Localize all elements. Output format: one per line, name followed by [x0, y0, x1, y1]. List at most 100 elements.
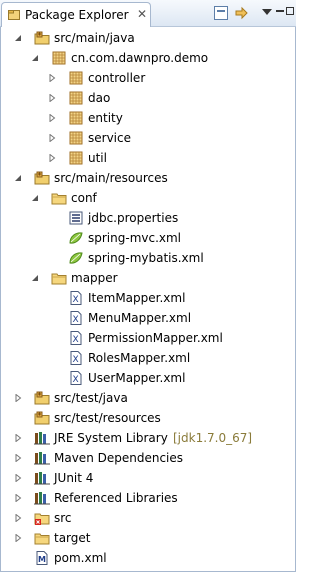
expanded-arrow-icon[interactable] — [14, 34, 22, 42]
tree-item-label: src/test/resources — [54, 411, 161, 425]
collapsed-arrow-icon[interactable] — [48, 114, 56, 122]
expanded-arrow-icon[interactable] — [31, 54, 39, 62]
collapsed-arrow-icon[interactable] — [14, 514, 22, 522]
tree-item-label: service — [88, 131, 131, 145]
tree-item-label: pom.xml — [54, 551, 107, 565]
tree-item[interactable]: spring-mvc.xml — [0, 228, 296, 248]
tree-item[interactable]: JUnit 4 — [0, 468, 296, 488]
tree-item[interactable]: util — [0, 148, 296, 168]
library-icon — [34, 451, 50, 465]
tree-item[interactable]: M pom.xml — [0, 548, 296, 568]
tree-item-label: JUnit 4 — [54, 471, 94, 485]
tree-item[interactable]: target — [0, 528, 296, 548]
collapsed-arrow-icon[interactable] — [48, 74, 56, 82]
tree-item[interactable]: mapper — [0, 268, 296, 288]
tree-item-label: cn.com.dawnpro.demo — [71, 51, 209, 65]
close-icon[interactable]: ✕ — [137, 7, 147, 21]
package-icon — [68, 91, 84, 105]
library-icon — [34, 491, 50, 505]
collapsed-arrow-icon[interactable] — [48, 94, 56, 102]
tree-item[interactable]: src — [0, 508, 296, 528]
tree-item[interactable]: controller — [0, 68, 296, 88]
link-with-editor-icon[interactable] — [234, 5, 250, 21]
tree-item[interactable]: entity — [0, 108, 296, 128]
tree-item[interactable]: dao — [0, 88, 296, 108]
tree-item[interactable]: src/main/java — [0, 28, 296, 48]
xml-file-icon: X — [68, 291, 84, 305]
tree-item-label: RolesMapper.xml — [88, 351, 191, 365]
source-folder-icon — [34, 411, 50, 425]
tree-item[interactable]: X UserMapper.xml — [0, 368, 296, 388]
tree-item[interactable]: service — [0, 128, 296, 148]
tree-item-decoration: [jdk1.7.0_67] — [173, 431, 253, 445]
view-menu-icon[interactable] — [262, 9, 272, 17]
tree-item-label: MenuMapper.xml — [88, 311, 192, 325]
library-icon — [34, 471, 50, 485]
properties-file-icon — [68, 211, 84, 225]
expanded-arrow-icon[interactable] — [14, 174, 22, 182]
svg-text:X: X — [73, 355, 79, 365]
collapse-all-icon[interactable] — [214, 6, 228, 20]
tree-item[interactable]: src/test/java — [0, 388, 296, 408]
tree-item-label: spring-mybatis.xml — [88, 251, 204, 265]
tree-item-label: Referenced Libraries — [54, 491, 178, 505]
spring-leaf-icon — [68, 231, 84, 245]
tab-title: Package Explorer — [25, 8, 129, 22]
collapsed-arrow-icon[interactable] — [48, 154, 56, 162]
xml-file-icon: X — [68, 331, 84, 345]
tree-item[interactable]: X MenuMapper.xml — [0, 308, 296, 328]
collapsed-arrow-icon[interactable] — [14, 394, 22, 402]
tree-item-label: UserMapper.xml — [88, 371, 186, 385]
package-explorer-icon — [8, 10, 20, 20]
collapsed-arrow-icon[interactable] — [14, 434, 22, 442]
tree-item[interactable]: Maven Dependencies — [0, 448, 296, 468]
tree-item-label: conf — [71, 191, 97, 205]
collapsed-arrow-icon[interactable] — [14, 474, 22, 482]
maximize-icon[interactable] — [286, 7, 294, 15]
svg-text:X: X — [73, 375, 79, 385]
collapsed-arrow-icon[interactable] — [48, 134, 56, 142]
tree-item[interactable]: src/test/resources — [0, 408, 296, 428]
tree-item-label: src/main/resources — [54, 171, 168, 185]
expanded-arrow-icon[interactable] — [31, 274, 39, 282]
folder-icon — [51, 271, 67, 285]
tree-item-label: controller — [88, 71, 146, 85]
folder-icon — [34, 531, 50, 545]
tree-item[interactable]: X RolesMapper.xml — [0, 348, 296, 368]
tree-item-label: src/test/java — [54, 391, 128, 405]
package-icon — [51, 51, 67, 65]
tree-item-label: spring-mvc.xml — [88, 231, 182, 245]
tree-item-label: target — [54, 531, 91, 545]
tree-item[interactable]: jdbc.properties — [0, 208, 296, 228]
tree-item[interactable]: Referenced Libraries — [0, 488, 296, 508]
tree-item-label: entity — [88, 111, 123, 125]
tree-item[interactable]: src/main/resources — [0, 168, 296, 188]
minimize-icon[interactable] — [276, 10, 284, 12]
tab-package-explorer[interactable]: Package Explorer ✕ — [1, 2, 151, 27]
view-header: Package Explorer ✕ — [0, 0, 296, 27]
tree-item[interactable]: spring-mybatis.xml — [0, 248, 296, 268]
collapsed-arrow-icon[interactable] — [14, 454, 22, 462]
tree-item[interactable]: cn.com.dawnpro.demo — [0, 48, 296, 68]
tree-item[interactable]: X ItemMapper.xml — [0, 288, 296, 308]
tree-item-label: dao — [88, 91, 111, 105]
tree-item-label: src — [54, 511, 72, 525]
tree-item-label: ItemMapper.xml — [88, 291, 186, 305]
svg-text:X: X — [73, 315, 79, 325]
collapsed-arrow-icon[interactable] — [14, 534, 22, 542]
tree-item[interactable]: JRE System Library [jdk1.7.0_67] — [0, 428, 296, 448]
expanded-arrow-icon[interactable] — [31, 194, 39, 202]
tree-item-label: jdbc.properties — [88, 211, 179, 225]
tree-item[interactable]: conf — [0, 188, 296, 208]
tree-item-label: PermissionMapper.xml — [88, 331, 223, 345]
package-icon — [68, 151, 84, 165]
tree-item[interactable]: X PermissionMapper.xml — [0, 328, 296, 348]
xml-file-icon: X — [68, 311, 84, 325]
source-folder-icon — [34, 31, 50, 45]
error-folder-icon — [34, 511, 50, 525]
folder-icon — [51, 191, 67, 205]
collapsed-arrow-icon[interactable] — [14, 494, 22, 502]
tree-item-label: mapper — [71, 271, 118, 285]
source-folder-icon — [34, 391, 50, 405]
svg-text:M: M — [38, 555, 46, 564]
